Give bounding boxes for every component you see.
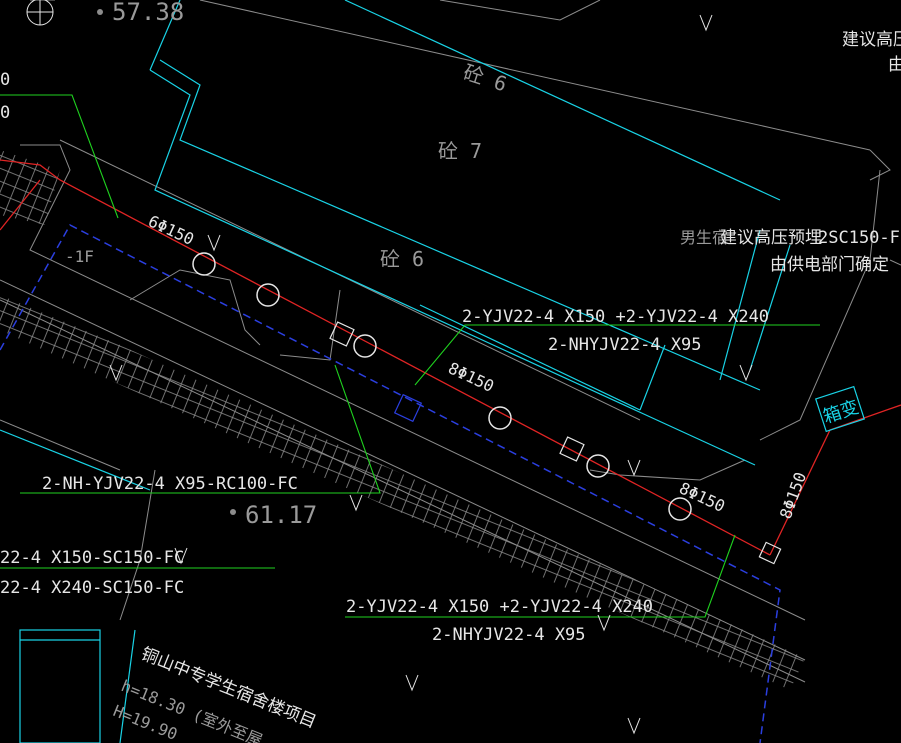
cable-lower-1: 2-YJV22-4 X150 +2-YJV22-4 X240 — [346, 597, 653, 617]
note-right-1: 建议高压预埋 — [720, 228, 822, 248]
edge-label-top: 0 — [0, 70, 10, 90]
building-label-lower: 砼 6 — [380, 247, 424, 271]
elevation-middle: 61.17 — [245, 501, 317, 529]
cable-left-nh: 2-NH-YJV22-4 X95-RC100-FC — [42, 474, 298, 494]
cable-left-a: 22-4 X150-SC150-FC — [0, 548, 184, 568]
spacing-label-d: 8Φ150 — [776, 470, 810, 522]
cable-upper-1: 2-YJV22-4 X150 +2-YJV22-4 X240 — [462, 307, 769, 327]
note-top-right-1: 建议高压预 — [842, 30, 901, 50]
substation-label: 箱变 — [821, 397, 862, 428]
spacing-label-b: 8Φ150 — [445, 358, 497, 396]
note-right-2: 2SC150-FC — [818, 228, 901, 248]
edge-label-mid: 0 — [0, 103, 10, 123]
spacing-label-a: 6Φ150 — [145, 211, 197, 249]
basement-label: -1F — [65, 247, 94, 266]
cable-lower-2: 2-NHYJV22-4 X95 — [432, 625, 586, 645]
cable-left-b: 22-4 X240-SC150-FC — [0, 578, 184, 598]
building-label-upper: 砼 6 — [460, 60, 509, 96]
building-label-main: 砼 7 — [438, 139, 482, 163]
note-top-right-2: 由 — [888, 55, 901, 75]
spacing-label-c: 8Φ150 — [676, 478, 728, 516]
cable-upper-2: 2-NHYJV22-4 X95 — [548, 335, 702, 355]
cad-drawing-canvas[interactable]: 57.38 61.17 砼 6 砼 7 砼 6 -1F 建议高压预 由 男生宿 … — [0, 0, 901, 743]
elevation-top: 57.38 — [112, 0, 184, 26]
note-right-3: 由供电部门确定 — [770, 255, 889, 275]
